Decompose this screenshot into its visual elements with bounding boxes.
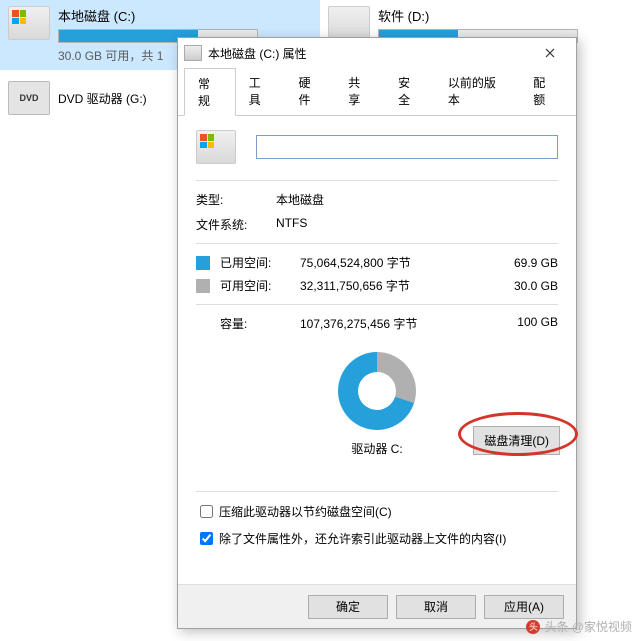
- drive-icon: [196, 130, 236, 164]
- tab-strip: 常规 工具 硬件 共享 安全 以前的版本 配额: [178, 68, 576, 116]
- used-bytes: 75,064,524,800 字节: [300, 254, 498, 271]
- free-gb: 30.0 GB: [498, 279, 558, 293]
- tab-previous[interactable]: 以前的版本: [435, 68, 520, 115]
- fs-label: 文件系统:: [196, 216, 276, 233]
- titlebar[interactable]: 本地磁盘 (C:) 属性: [178, 38, 576, 68]
- tab-general[interactable]: 常规: [184, 68, 236, 116]
- capacity-gb: 100 GB: [498, 315, 558, 332]
- index-checkbox-row[interactable]: 除了文件属性外，还允许索引此驱动器上文件的内容(I): [196, 529, 558, 548]
- cancel-button[interactable]: 取消: [396, 595, 476, 619]
- dialog-title: 本地磁盘 (C:) 属性: [208, 45, 530, 62]
- drive-dvd[interactable]: DVD DVD 驱动器 (G:): [0, 75, 155, 121]
- tab-quota[interactable]: 配额: [520, 68, 570, 115]
- disk-cleanup-button[interactable]: 磁盘清理(D): [473, 426, 560, 455]
- drive-name: 本地磁盘 (C:): [58, 6, 312, 25]
- type-label: 类型:: [196, 191, 276, 208]
- compress-label: 压缩此驱动器以节约磁盘空间(C): [219, 503, 392, 520]
- compress-checkbox[interactable]: [200, 505, 213, 518]
- drive-name: DVD 驱动器 (G:): [58, 90, 147, 107]
- tab-sharing[interactable]: 共享: [335, 68, 385, 115]
- tab-tools[interactable]: 工具: [236, 68, 286, 115]
- used-label: 已用空间:: [220, 254, 300, 271]
- capacity-bytes: 107,376,275,456 字节: [300, 315, 498, 332]
- apply-button[interactable]: 应用(A): [484, 595, 564, 619]
- fs-value: NTFS: [276, 216, 307, 233]
- logo-icon: 头: [526, 620, 540, 634]
- compress-checkbox-row[interactable]: 压缩此驱动器以节约磁盘空间(C): [196, 502, 558, 521]
- ok-button[interactable]: 确定: [308, 595, 388, 619]
- pie-icon: [338, 352, 416, 430]
- dvd-icon: DVD: [8, 81, 50, 115]
- drive-name: 软件 (D:): [378, 6, 632, 25]
- volume-label-input[interactable]: [256, 135, 558, 159]
- close-icon: [545, 48, 555, 58]
- drive-icon: [328, 6, 370, 40]
- usage-pie-chart: [196, 346, 558, 436]
- close-button[interactable]: [530, 40, 570, 66]
- free-label: 可用空间:: [220, 277, 300, 294]
- type-value: 本地磁盘: [276, 191, 324, 208]
- tab-hardware[interactable]: 硬件: [286, 68, 336, 115]
- used-gb: 69.9 GB: [498, 256, 558, 270]
- tab-security[interactable]: 安全: [385, 68, 435, 115]
- capacity-label: 容量:: [196, 315, 300, 332]
- properties-dialog: 本地磁盘 (C:) 属性 常规 工具 硬件 共享 安全 以前的版本 配额 类型:…: [177, 37, 577, 629]
- watermark-text: 头条 @家悦视频: [544, 618, 632, 635]
- free-bytes: 32,311,750,656 字节: [300, 277, 498, 294]
- drive-icon: [8, 6, 50, 40]
- tab-content: 类型:本地磁盘 文件系统:NTFS 已用空间: 75,064,524,800 字…: [178, 116, 576, 584]
- free-swatch-icon: [196, 279, 210, 293]
- index-label: 除了文件属性外，还允许索引此驱动器上文件的内容(I): [219, 530, 506, 547]
- watermark: 头 头条 @家悦视频: [526, 618, 632, 635]
- index-checkbox[interactable]: [200, 532, 213, 545]
- dialog-footer: 确定 取消 应用(A): [178, 584, 576, 628]
- used-swatch-icon: [196, 256, 210, 270]
- drive-letter-label: 驱动器 C:: [351, 440, 402, 457]
- drive-icon: [184, 45, 202, 61]
